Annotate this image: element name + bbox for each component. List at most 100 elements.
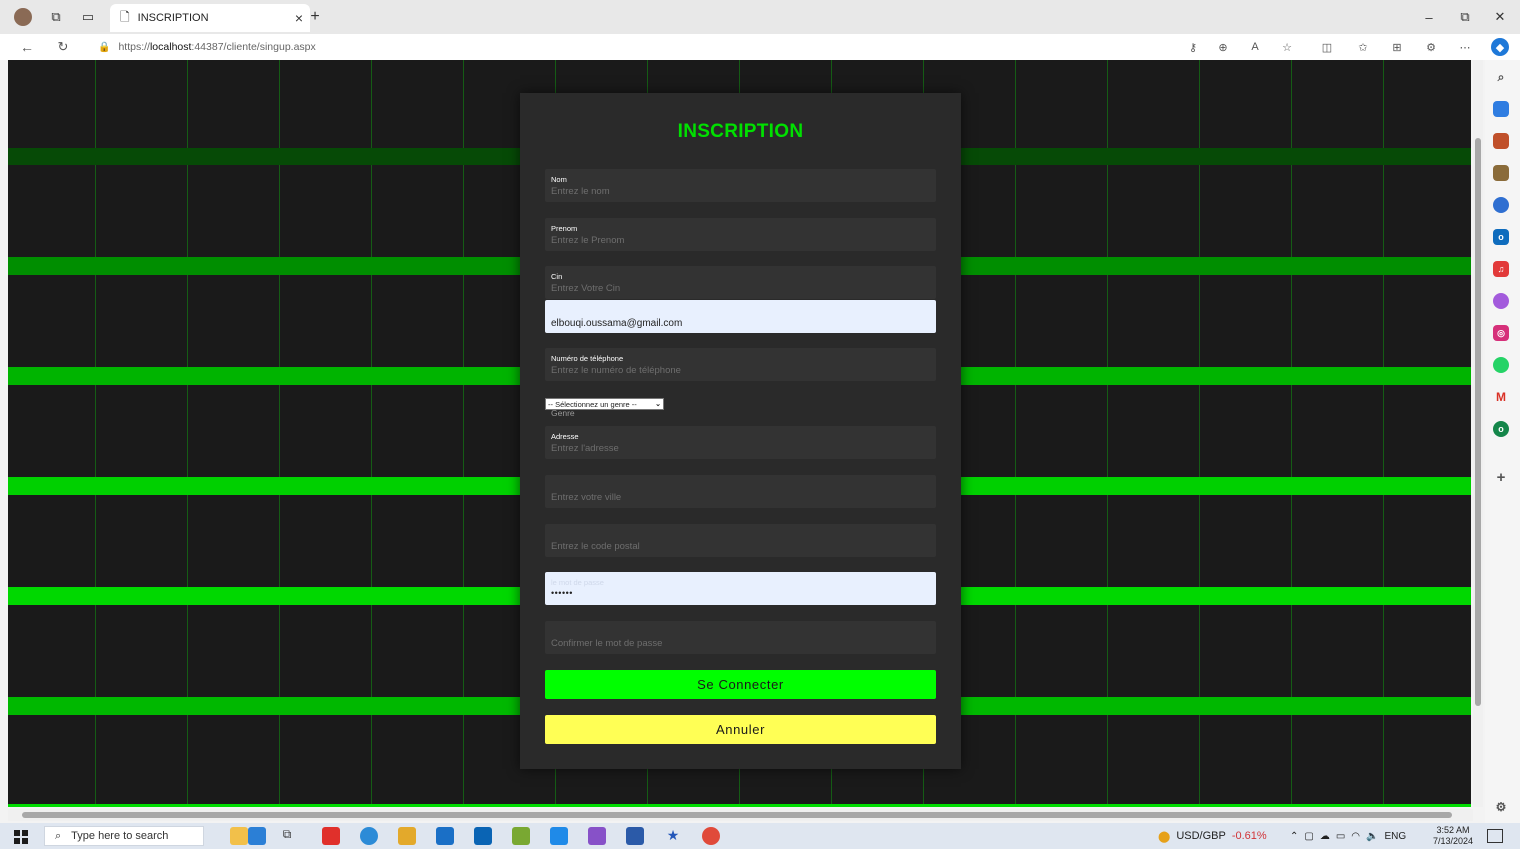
chevron-up-icon[interactable]: ⌃ xyxy=(1290,831,1298,842)
network-icon[interactable]: ▭ xyxy=(1336,831,1345,842)
taskbar-vscode-icon[interactable] xyxy=(550,827,568,845)
taskbar-opera-icon[interactable] xyxy=(322,827,340,845)
copilot-icon[interactable]: ◆ xyxy=(1491,38,1509,56)
taskbar-star-icon[interactable]: ★ xyxy=(664,827,682,845)
workspaces-icon[interactable]: ⧉ xyxy=(48,9,64,25)
new-tab-icon[interactable]: + xyxy=(306,8,324,26)
taskbar-store-icon[interactable] xyxy=(436,827,454,845)
taskbar-word-icon[interactable] xyxy=(626,827,644,845)
code-postal-field[interactable]: Entrez le code postal xyxy=(545,524,936,557)
cin-placeholder: Entrez Votre Cin xyxy=(551,283,621,294)
password-field[interactable]: le mot de passe •••••• xyxy=(545,572,936,605)
system-tray: ⌃ ▢ ☁ ▭ ◠ 🔈 ENG xyxy=(1290,826,1406,846)
refresh-icon[interactable]: ↻ xyxy=(54,38,72,56)
volume-icon[interactable]: 🔈 xyxy=(1366,831,1378,842)
clock-time: 3:52 AM xyxy=(1436,825,1470,835)
sidebar-settings-icon[interactable]: ⚙ xyxy=(1493,799,1509,815)
sidebar-music-icon[interactable]: ♫ xyxy=(1493,261,1509,277)
phone-placeholder: Entrez le numéro de téléphone xyxy=(551,365,681,376)
language-indicator[interactable]: ENG xyxy=(1384,831,1406,842)
sidebar-gmail-icon[interactable]: M xyxy=(1493,389,1509,405)
read-aloud-icon[interactable]: A xyxy=(1246,38,1264,56)
profile-avatar[interactable] xyxy=(14,8,32,26)
taskbar-clock[interactable]: 3:52 AM 7/13/2024 xyxy=(1428,825,1478,849)
back-icon[interactable]: ← xyxy=(18,38,36,56)
sidebar-search-icon[interactable]: ⌕ xyxy=(1493,69,1509,85)
adresse-placeholder: Entrez l'adresse xyxy=(551,443,619,454)
connect-button[interactable]: Se Connecter xyxy=(545,670,936,699)
cancel-button[interactable]: Annuler xyxy=(545,715,936,744)
sidebar-instagram-icon[interactable]: ◎ xyxy=(1493,325,1509,341)
wifi-icon[interactable]: ◠ xyxy=(1351,831,1360,842)
sidebar-add-icon[interactable]: + xyxy=(1493,469,1509,486)
favorites-icon[interactable]: ✩ xyxy=(1354,38,1372,56)
key-icon[interactable]: ⚷ xyxy=(1184,38,1202,56)
notifications-icon[interactable] xyxy=(1487,829,1503,843)
sidebar-microsoft365-icon[interactable] xyxy=(1493,197,1509,213)
more-menu-icon[interactable]: ⋯ xyxy=(1456,38,1474,56)
sidebar-messenger-icon[interactable] xyxy=(1493,293,1509,309)
restore-icon[interactable]: ⧉ xyxy=(1450,6,1480,28)
tab-actions-icon[interactable]: ▭ xyxy=(80,9,96,25)
taskbar-app-phone-icon[interactable] xyxy=(248,827,266,845)
search-icon: ⌕ xyxy=(55,829,62,842)
taskbar-app-paint-icon[interactable] xyxy=(230,827,248,845)
taskbar-edge-icon[interactable] xyxy=(360,827,378,845)
horizontal-scroll-thumb[interactable] xyxy=(22,812,1452,818)
page-viewport: INSCRIPTION Nom Entrez le nom Prenom Ent… xyxy=(8,60,1471,807)
cin-field[interactable]: Cin Entrez Votre Cin xyxy=(545,266,936,299)
windows-start-icon[interactable] xyxy=(14,830,28,844)
taskbar-search-placeholder: Type here to search xyxy=(71,830,169,842)
page-icon: 🗋 xyxy=(120,9,130,24)
split-screen-icon[interactable]: ◫ xyxy=(1318,38,1336,56)
adresse-label: Adresse xyxy=(551,432,579,441)
tray-app-icon[interactable]: ▢ xyxy=(1304,831,1313,842)
chevron-down-icon: ⌄ xyxy=(655,401,661,408)
tab-inscription[interactable]: 🗋 INSCRIPTION × xyxy=(110,4,310,32)
url-host: localhost xyxy=(149,41,192,53)
nom-label: Nom xyxy=(551,175,567,184)
vertical-scroll-thumb[interactable] xyxy=(1475,138,1481,706)
confirm-password-placeholder: Confirmer le mot de passe xyxy=(551,638,663,649)
taskbar-task-view-icon[interactable]: ⧉ xyxy=(278,827,296,845)
password-value: •••••• xyxy=(551,588,573,598)
lock-icon: 🔒 xyxy=(98,41,111,53)
collections-icon[interactable]: ⊞ xyxy=(1388,38,1406,56)
ville-field[interactable]: Entrez votre ville xyxy=(545,475,936,508)
taskbar-app2-icon[interactable] xyxy=(702,827,720,845)
prenom-placeholder: Entrez le Prenom xyxy=(551,235,625,246)
taskbar-mail-icon[interactable] xyxy=(474,827,492,845)
sidebar-tools-icon[interactable] xyxy=(1493,133,1509,149)
taskbar-explorer-icon[interactable] xyxy=(398,827,416,845)
taskbar-app-icon[interactable] xyxy=(512,827,530,845)
taskbar-search[interactable]: ⌕ Type here to search xyxy=(44,826,204,846)
zoom-icon[interactable]: ⊕ xyxy=(1214,38,1232,56)
confirm-password-field[interactable]: Confirmer le mot de passe xyxy=(545,621,936,654)
taskbar-visual-studio-icon[interactable] xyxy=(588,827,606,845)
minimize-icon[interactable]: – xyxy=(1414,6,1444,28)
favorite-star-icon[interactable]: ☆ xyxy=(1278,38,1296,56)
nom-field[interactable]: Nom Entrez le nom xyxy=(545,169,936,202)
phone-field[interactable]: Numéro de téléphone Entrez le numéro de … xyxy=(545,348,936,381)
email-field[interactable]: elbouqi.oussama@gmail.com xyxy=(545,300,936,333)
tray-onedrive-icon[interactable]: ☁ xyxy=(1320,831,1330,842)
sidebar-shopping-icon[interactable] xyxy=(1493,101,1509,117)
prenom-label: Prenom xyxy=(551,224,578,233)
url-prefix: https:// xyxy=(118,41,150,53)
adresse-field[interactable]: Adresse Entrez l'adresse xyxy=(545,426,936,459)
sidebar-outlook-icon[interactable]: o xyxy=(1493,229,1509,245)
stock-ticker[interactable]: ⬤ USD/GBP -0.61% xyxy=(1158,826,1267,846)
prenom-field[interactable]: Prenom Entrez le Prenom xyxy=(545,218,936,251)
extensions-icon[interactable]: ⚙ xyxy=(1422,38,1440,56)
url-field[interactable]: 🔒 https://localhost:44387/cliente/singup… xyxy=(98,38,316,56)
ticker-icon: ⬤ xyxy=(1158,830,1171,843)
url-path: :44387/cliente/singup.aspx xyxy=(191,41,316,53)
sidebar-games-icon[interactable] xyxy=(1493,165,1509,181)
code-postal-placeholder: Entrez le code postal xyxy=(551,541,640,552)
ticker-pair: USD/GBP xyxy=(1176,830,1226,842)
signup-form: INSCRIPTION Nom Entrez le nom Prenom Ent… xyxy=(520,93,961,769)
sidebar-whatsapp-icon[interactable] xyxy=(1493,357,1509,373)
tab-title: INSCRIPTION xyxy=(137,12,209,24)
close-window-icon[interactable]: ✕ xyxy=(1485,6,1515,28)
sidebar-app-icon[interactable]: o xyxy=(1493,421,1509,437)
